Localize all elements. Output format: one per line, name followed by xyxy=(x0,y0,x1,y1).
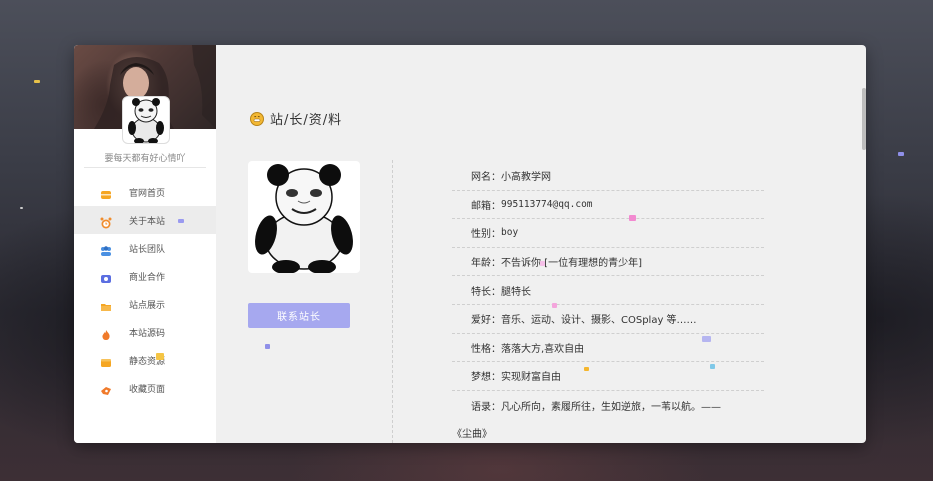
confetti-piece xyxy=(702,336,711,342)
info-value: 实现财富自由 xyxy=(501,372,561,384)
info-row-personality: 性格： 落落大方,喜欢自由 xyxy=(452,334,764,363)
info-value: 995113774@qq.com xyxy=(501,198,593,210)
confetti-piece xyxy=(265,344,270,349)
handshake-icon xyxy=(100,270,112,283)
confetti-piece xyxy=(629,215,636,221)
info-key: 特长： xyxy=(471,286,501,298)
scrollbar-thumb[interactable] xyxy=(862,88,866,150)
sidebar-nav: 官网首页 关于本站 站长团队 商业合作 站点展示 本站源码 静态资源 收藏页面 xyxy=(74,178,216,402)
info-key: 网名： xyxy=(471,172,501,184)
confetti-piece xyxy=(710,364,715,369)
info-key: 邮箱： xyxy=(471,200,501,212)
sidebar-item-label: 本站源码 xyxy=(129,328,166,339)
sidebar-item-home[interactable]: 官网首页 xyxy=(74,178,216,206)
confetti-piece xyxy=(898,152,904,156)
vertical-divider xyxy=(392,160,393,443)
profile-card: 要每天都有好心情吖 官网首页 关于本站 站长团队 商业合作 站点展示 本站源码 … xyxy=(74,45,866,443)
info-row-nickname: 网名： 小高教学网 xyxy=(452,162,764,191)
profile-info-list: 网名： 小高教学网 邮箱： 995113774@qq.com 性别： boy 年龄：不… xyxy=(452,162,764,419)
sidebar-item-label: 收藏页面 xyxy=(129,384,166,395)
info-key: 梦想： xyxy=(471,372,501,384)
info-row-age: 年龄： 不告诉你 [一位有理想的青少年] xyxy=(452,248,764,277)
sidebar-item-label: 关于本站 xyxy=(129,216,166,227)
info-row-email: 邮箱： 995113774@qq.com xyxy=(452,191,764,220)
divider xyxy=(84,167,206,168)
confetti-piece xyxy=(20,207,23,209)
info-key: 爱好： xyxy=(471,315,501,327)
sidebar-item-label: 站长团队 xyxy=(129,244,166,255)
info-value: 音乐、运动、设计、摄影、COSplay 等…… xyxy=(501,315,697,327)
avatar[interactable] xyxy=(122,96,170,144)
info-key: 年龄： xyxy=(471,258,501,270)
info-row-quote: 语录： 凡心所向，素履所往，生如逆旅，一苇以航。—— xyxy=(452,391,764,420)
package-icon xyxy=(100,354,112,367)
quote-source: 《尘曲》 xyxy=(452,429,492,440)
sidebar-item-showcase[interactable]: 站点展示 xyxy=(74,290,216,318)
folder-icon xyxy=(100,298,112,311)
sidebar-item-bookmark[interactable]: 收藏页面 xyxy=(74,374,216,402)
sidebar-motto: 要每天都有好心情吖 xyxy=(104,154,186,164)
page-title: 站/长/资/料 xyxy=(250,109,342,128)
info-row-hobbies: 爱好： 音乐、运动、设计、摄影、COSplay 等…… xyxy=(452,305,764,334)
info-row-dream: 梦想： 实现财富自由 xyxy=(452,362,764,391)
sidebar-item-static[interactable]: 静态资源 xyxy=(74,346,216,374)
sidebar-item-source[interactable]: 本站源码 xyxy=(74,318,216,346)
confetti-piece xyxy=(178,219,184,223)
sidebar-item-about[interactable]: 关于本站 xyxy=(74,206,216,234)
alarm-clock-icon xyxy=(100,214,112,229)
confetti-piece xyxy=(584,367,589,371)
sidebar: 要每天都有好心情吖 官网首页 关于本站 站长团队 商业合作 站点展示 本站源码 … xyxy=(74,45,216,443)
panda-meme-icon xyxy=(255,164,353,273)
confetti-piece xyxy=(540,261,545,266)
info-row-specialty: 特长： 腿特长 xyxy=(452,276,764,305)
info-value: 凡心所向，素履所往，生如逆旅，一苇以航。—— xyxy=(501,401,721,413)
info-key: 性格： xyxy=(471,343,501,355)
team-icon xyxy=(100,242,112,256)
main-content: 站/长/资/料 联系站长 网名： 小高教学网 邮箱： 995113774@qq.… xyxy=(216,45,866,443)
info-row-gender: 性别： boy xyxy=(452,219,764,248)
grin-emoji-icon xyxy=(250,111,264,126)
sidebar-item-business[interactable]: 商业合作 xyxy=(74,262,216,290)
profile-photo xyxy=(248,161,360,273)
info-value: boy xyxy=(501,227,519,239)
info-value: 腿特长 xyxy=(501,286,531,298)
confetti-piece xyxy=(552,303,557,308)
sidebar-item-team[interactable]: 站长团队 xyxy=(74,234,216,262)
bookmark-icon xyxy=(100,382,112,395)
info-key: 语录： xyxy=(471,401,501,413)
info-key: 性别： xyxy=(471,229,501,241)
confetti-piece xyxy=(156,353,164,360)
sidebar-item-label: 官网首页 xyxy=(129,188,166,199)
page-title-text: 站/长/资/料 xyxy=(270,113,343,128)
flame-icon xyxy=(100,326,112,340)
confetti-piece xyxy=(34,80,40,83)
sidebar-item-label: 商业合作 xyxy=(129,272,166,283)
panda-meme-icon xyxy=(128,98,164,143)
info-value: 落落大方,喜欢自由 xyxy=(501,343,585,355)
home-icon xyxy=(100,186,112,199)
contact-owner-button[interactable]: 联系站长 xyxy=(248,303,350,328)
sidebar-item-label: 站点展示 xyxy=(129,300,166,311)
info-value: 小高教学网 xyxy=(501,172,551,184)
info-value: 不告诉你 [一位有理想的青少年] xyxy=(501,258,642,270)
